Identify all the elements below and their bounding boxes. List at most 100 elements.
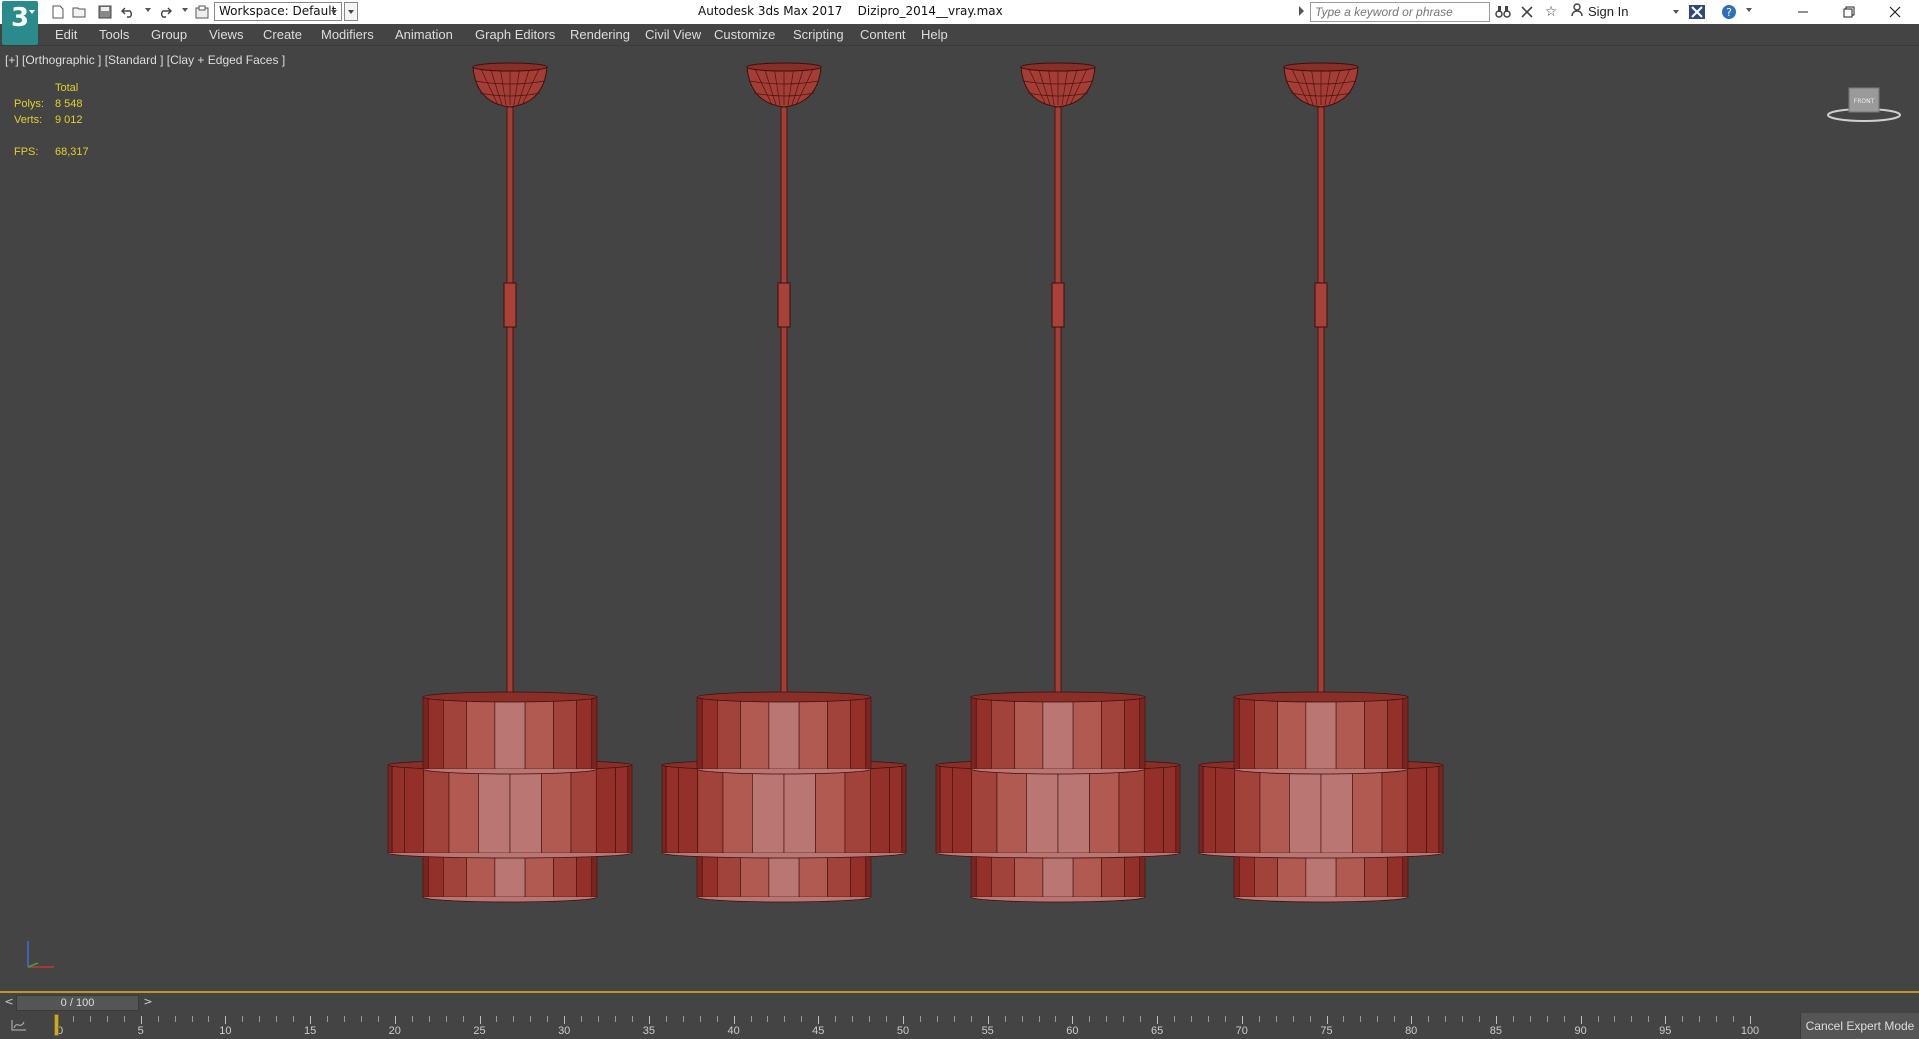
- frame-tick: [767, 1016, 769, 1022]
- frame-tick: [1123, 1016, 1125, 1022]
- frame-tick: [682, 1016, 684, 1022]
- frame-tick: [1563, 1016, 1565, 1022]
- pendant-lamp[interactable]: [387, 62, 633, 903]
- frame-tick: [479, 1016, 481, 1024]
- menu-group[interactable]: Group: [151, 27, 187, 42]
- tools-icon[interactable]: [1517, 2, 1537, 22]
- frame-tick: [513, 1016, 515, 1022]
- shade-rim: [422, 691, 598, 703]
- workspace-menu-button[interactable]: [344, 2, 358, 21]
- shade-facet: [423, 764, 450, 854]
- cancel-expert-mode-button[interactable]: Cancel Expert Mode: [1800, 1013, 1919, 1039]
- search-input[interactable]: [1310, 2, 1490, 22]
- svg-text:?: ?: [1726, 6, 1732, 19]
- restore-button[interactable]: [1826, 0, 1872, 24]
- star-icon[interactable]: ☆: [1541, 2, 1561, 22]
- help-icon[interactable]: ?: [1719, 2, 1739, 22]
- frame-tick: [259, 1016, 261, 1022]
- pendant-lamp[interactable]: [1198, 62, 1444, 903]
- frame-label: 15: [303, 1025, 317, 1037]
- menu-edit[interactable]: Edit: [55, 27, 77, 42]
- shade-facet: [1335, 696, 1365, 770]
- redo-icon[interactable]: [155, 2, 175, 22]
- undo-dropdown-icon[interactable]: [145, 8, 151, 12]
- frame-ruler[interactable]: 0 5 10 15 20 25 30 35 40 45 50 55 60 65 70 75 80 85 90 95 10…: [56, 1013, 1759, 1039]
- frame-label: 60: [1066, 1025, 1079, 1037]
- search-expand-icon[interactable]: [1299, 6, 1304, 16]
- shade-bottom-edge: [970, 896, 1146, 903]
- shade-facet: [783, 764, 816, 854]
- shade-facet: [466, 696, 496, 770]
- new-file-icon[interactable]: [48, 2, 68, 22]
- shade-facet: [798, 696, 828, 770]
- undo-icon[interactable]: [118, 2, 138, 22]
- menu-tools[interactable]: Tools: [99, 27, 129, 42]
- time-slider-prev-button[interactable]: <: [2, 995, 16, 1011]
- frame-tick: [1072, 1016, 1074, 1024]
- app-logo-button[interactable]: 3: [2, 1, 38, 45]
- menu-customize[interactable]: Customize: [714, 27, 775, 42]
- menu-modifiers[interactable]: Modifiers: [321, 27, 374, 42]
- shade-facet: [844, 764, 871, 854]
- menu-civil-view[interactable]: Civil View: [645, 27, 701, 42]
- frame-label: 80: [1405, 1025, 1418, 1037]
- pendant-lamp[interactable]: [935, 62, 1181, 903]
- frame-tick: [411, 1016, 413, 1022]
- menu-create[interactable]: Create: [263, 27, 302, 42]
- shade-rim: [1233, 691, 1409, 703]
- frame-tick: [1224, 1016, 1226, 1022]
- menu-views[interactable]: Views: [209, 27, 243, 42]
- open-file-icon[interactable]: [70, 2, 90, 22]
- shade-facet: [1198, 764, 1204, 854]
- sign-in-link[interactable]: Sign In: [1588, 4, 1628, 19]
- save-icon[interactable]: [95, 2, 115, 22]
- redo-dropdown-icon[interactable]: [182, 8, 188, 12]
- shade-facet: [1042, 696, 1074, 770]
- project-folder-icon[interactable]: [192, 2, 212, 22]
- track-bar[interactable]: 0 5 10 15 20 25 30 35 40 45 50 55 60 65 70 75 80 85 90 95 10…: [0, 1013, 1800, 1039]
- viewcube[interactable]: FRONT: [1824, 83, 1904, 136]
- sign-in-dropdown-icon[interactable]: [1673, 10, 1679, 14]
- shade-facet: [448, 764, 479, 854]
- pendant-lamp[interactable]: [661, 62, 907, 903]
- frame-tick: [276, 1016, 278, 1022]
- binoculars-icon[interactable]: [1493, 2, 1513, 22]
- frame-tick: [953, 1016, 955, 1022]
- minimize-button[interactable]: [1780, 0, 1826, 24]
- shade-facet: [701, 696, 718, 770]
- canopy-rim: [472, 62, 548, 72]
- menu-help[interactable]: Help: [921, 27, 948, 42]
- shade-facet: [1305, 696, 1337, 770]
- shade-facet: [570, 764, 597, 854]
- time-slider-next-button[interactable]: >: [141, 995, 155, 1011]
- mini-curve-editor-icon[interactable]: [10, 1018, 28, 1035]
- shade-facet: [1320, 764, 1353, 854]
- shade-facet: [1202, 764, 1216, 854]
- frame-tick: [1190, 1016, 1192, 1022]
- frame-tick: [360, 1016, 362, 1022]
- menu-content[interactable]: Content: [860, 27, 906, 42]
- menu-rendering[interactable]: Rendering: [570, 27, 630, 42]
- menu-animation[interactable]: Animation: [395, 27, 453, 42]
- shade-facet: [850, 696, 867, 770]
- frame-tick: [394, 1016, 396, 1024]
- frame-tick: [140, 1016, 142, 1024]
- frame-tick: [750, 1016, 752, 1022]
- autodesk-x-icon[interactable]: [1687, 2, 1707, 22]
- workspace-select[interactable]: Workspace: Default: [214, 2, 342, 21]
- menu-graph-editors[interactable]: Graph Editors: [475, 27, 555, 42]
- frame-tick: [970, 1016, 972, 1022]
- frame-tick: [1106, 1016, 1108, 1022]
- shade-facet: [478, 764, 511, 854]
- current-frame-marker[interactable]: [54, 1014, 59, 1036]
- close-button[interactable]: [1872, 0, 1918, 24]
- help-dropdown-icon[interactable]: [1746, 8, 1752, 12]
- viewport-front[interactable]: [+] [Orthographic ] [Standard ] [Clay + …: [0, 47, 1919, 993]
- frame-label: 5: [137, 1025, 144, 1037]
- time-slider-thumb[interactable]: 0 / 100: [16, 995, 139, 1011]
- rod-connector: [1314, 282, 1328, 328]
- rod: [780, 106, 788, 754]
- frame-tick: [1360, 1016, 1362, 1022]
- menu-scripting[interactable]: Scripting: [793, 27, 844, 42]
- frame-tick: [1614, 1016, 1616, 1022]
